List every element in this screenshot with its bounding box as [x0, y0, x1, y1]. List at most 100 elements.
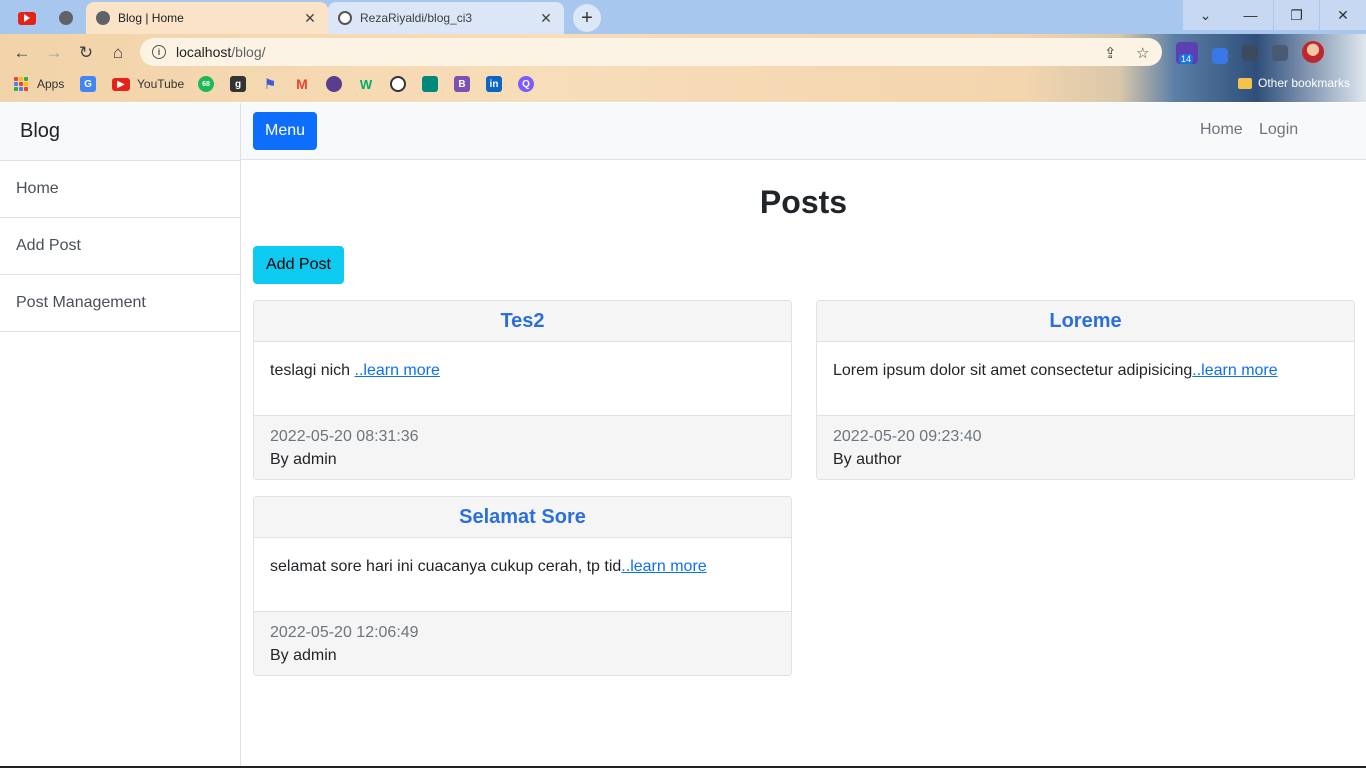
post-date: 2022-05-20 09:23:40 [833, 428, 982, 445]
nav-link-login[interactable]: Login [1259, 121, 1298, 139]
bookmark-github[interactable] [390, 75, 406, 93]
tab-blog-home[interactable]: Blog | Home ✕ [86, 2, 328, 34]
sidebar-item-home[interactable]: Home [0, 161, 240, 218]
browser-tab-strip: Blog | Home ✕ RezaRiyaldi/blog_ci3 ✕ + ⌄… [0, 0, 1366, 34]
sidebar-item-add-post[interactable]: Add Post [0, 218, 240, 275]
sidebar: Blog Home Add Post Post Management [0, 103, 241, 768]
tab-close-icon[interactable]: ✕ [302, 10, 318, 27]
learn-more-link[interactable]: ..learn more [1192, 362, 1277, 379]
youtube-icon: ▶ [112, 77, 130, 91]
sidebar-item-post-management[interactable]: Post Management [0, 275, 240, 332]
tab-search-chevron-icon[interactable]: ⌄ [1183, 0, 1228, 30]
bookmark-g[interactable]: g [230, 75, 246, 93]
address-path: /blog/ [231, 44, 266, 60]
post-title[interactable]: Loreme [817, 301, 1354, 342]
apps-grid-icon [14, 77, 28, 91]
google-translate-icon: G [80, 76, 96, 92]
post-body: selamat sore hari ini cuacanya cukup cer… [254, 538, 791, 611]
post-excerpt: selamat sore hari ini cuacanya cukup cer… [270, 558, 622, 575]
gmail-icon: M [296, 76, 308, 92]
bootstrap-icon: B [454, 76, 470, 92]
post-body: Lorem ipsum dolor sit amet consectetur a… [817, 342, 1354, 415]
page-title: Posts [759, 184, 848, 220]
post-author: By author [833, 451, 902, 468]
forward-arrow-icon[interactable]: → [42, 41, 66, 65]
bookmark-label: Other bookmarks [1258, 76, 1351, 90]
bookmark-translate[interactable]: G [80, 75, 96, 93]
green-circle-icon: 68 [198, 76, 214, 92]
add-post-button[interactable]: Add Post [253, 246, 344, 284]
post-date: 2022-05-20 08:31:36 [270, 428, 419, 445]
tab-title: Blog | Home [118, 11, 184, 25]
g-icon: g [230, 76, 246, 92]
post-card: Tes2 teslagi nich ..learn more 2022-05-2… [253, 300, 792, 480]
globe-icon [96, 11, 110, 25]
site-info-icon[interactable]: i [152, 45, 166, 59]
bookmark-linkedin[interactable]: in [486, 75, 502, 93]
bookmark-meet[interactable] [422, 75, 438, 93]
meet-icon [422, 76, 438, 92]
tab-title: RezaRiyaldi/blog_ci3 [360, 11, 473, 25]
post-footer: 2022-05-20 09:23:40 By author [817, 415, 1354, 479]
extension-icon[interactable] [1212, 48, 1228, 64]
window-close-button[interactable]: ✕ [1320, 0, 1366, 30]
address-bar[interactable]: i localhost/blog/ [140, 38, 1162, 66]
bookmark-youtube[interactable]: ▶ YouTube [112, 75, 184, 93]
learn-more-link[interactable]: ..learn more [355, 362, 440, 379]
back-arrow-icon[interactable]: ← [10, 41, 34, 65]
top-navbar: Menu Home Login [241, 103, 1366, 160]
puzzle-icon[interactable] [1242, 45, 1258, 61]
bookmark-star-icon[interactable]: ☆ [1136, 44, 1149, 62]
pinned-tab-globe[interactable] [47, 2, 85, 34]
folder-icon [1238, 77, 1252, 89]
tab-github[interactable]: RezaRiyaldi/blog_ci3 ✕ [328, 2, 564, 34]
post-title[interactable]: Tes2 [254, 301, 791, 342]
bookmark-shield[interactable] [326, 75, 342, 93]
address-host: localhost [176, 44, 232, 60]
flag-icon: ⚑ [263, 75, 277, 92]
post-card: Selamat Sore selamat sore hari ini cuaca… [253, 496, 792, 676]
post-footer: 2022-05-20 08:31:36 By admin [254, 415, 791, 479]
learn-more-link[interactable]: ..learn more [621, 558, 706, 575]
bookmark-flag[interactable]: ⚑ [262, 75, 278, 93]
github-icon [390, 76, 406, 92]
sidebar-brand[interactable]: Blog [0, 103, 240, 161]
w3schools-icon: W [359, 76, 373, 92]
youtube-icon [18, 11, 36, 25]
post-card: Loreme Lorem ipsum dolor sit amet consec… [816, 300, 1355, 480]
home-icon[interactable]: ⌂ [106, 41, 130, 65]
main-content: Posts Add Post Tes2 teslagi nich ..learn… [241, 160, 1366, 768]
minimize-button[interactable]: — [1228, 0, 1273, 30]
post-excerpt: Lorem ipsum dolor sit amet consectetur a… [833, 362, 1193, 379]
post-title[interactable]: Selamat Sore [254, 497, 791, 538]
bookmark-label: YouTube [137, 77, 185, 91]
tab-close-icon[interactable]: ✕ [538, 10, 554, 27]
other-bookmarks[interactable]: Other bookmarks [1238, 76, 1350, 90]
bookmark-gmail[interactable]: M [294, 75, 310, 93]
post-date: 2022-05-20 12:06:49 [270, 624, 419, 641]
restore-button[interactable]: ❐ [1274, 0, 1319, 30]
new-tab-button[interactable]: + [573, 4, 601, 32]
nav-link-home[interactable]: Home [1200, 121, 1243, 139]
extension-badge: 14 [1179, 54, 1194, 64]
bookmark-apps[interactable]: Apps [14, 75, 64, 93]
reload-icon[interactable]: ↻ [74, 41, 98, 65]
bookmark-label: Apps [37, 77, 65, 91]
profile-avatar[interactable] [1302, 41, 1324, 63]
sidepanel-icon[interactable] [1272, 45, 1288, 61]
search-icon: Q [518, 76, 534, 92]
menu-toggle-button[interactable]: Menu [253, 112, 318, 150]
bookmark-bootstrap[interactable]: B [454, 75, 470, 93]
globe-icon [59, 11, 73, 25]
pinned-tab-youtube[interactable] [8, 2, 46, 34]
linkedin-icon: in [486, 76, 502, 92]
share-icon[interactable]: ⇪ [1104, 44, 1117, 62]
bookmark-search[interactable]: Q [518, 75, 534, 93]
post-footer: 2022-05-20 12:06:49 By admin [254, 611, 791, 675]
post-author: By admin [270, 647, 337, 664]
bookmark-green[interactable]: 68 [198, 75, 214, 93]
github-icon [338, 11, 352, 25]
bookmark-w3[interactable]: W [358, 75, 374, 93]
shield-icon [326, 76, 342, 92]
post-body: teslagi nich ..learn more [254, 342, 791, 415]
